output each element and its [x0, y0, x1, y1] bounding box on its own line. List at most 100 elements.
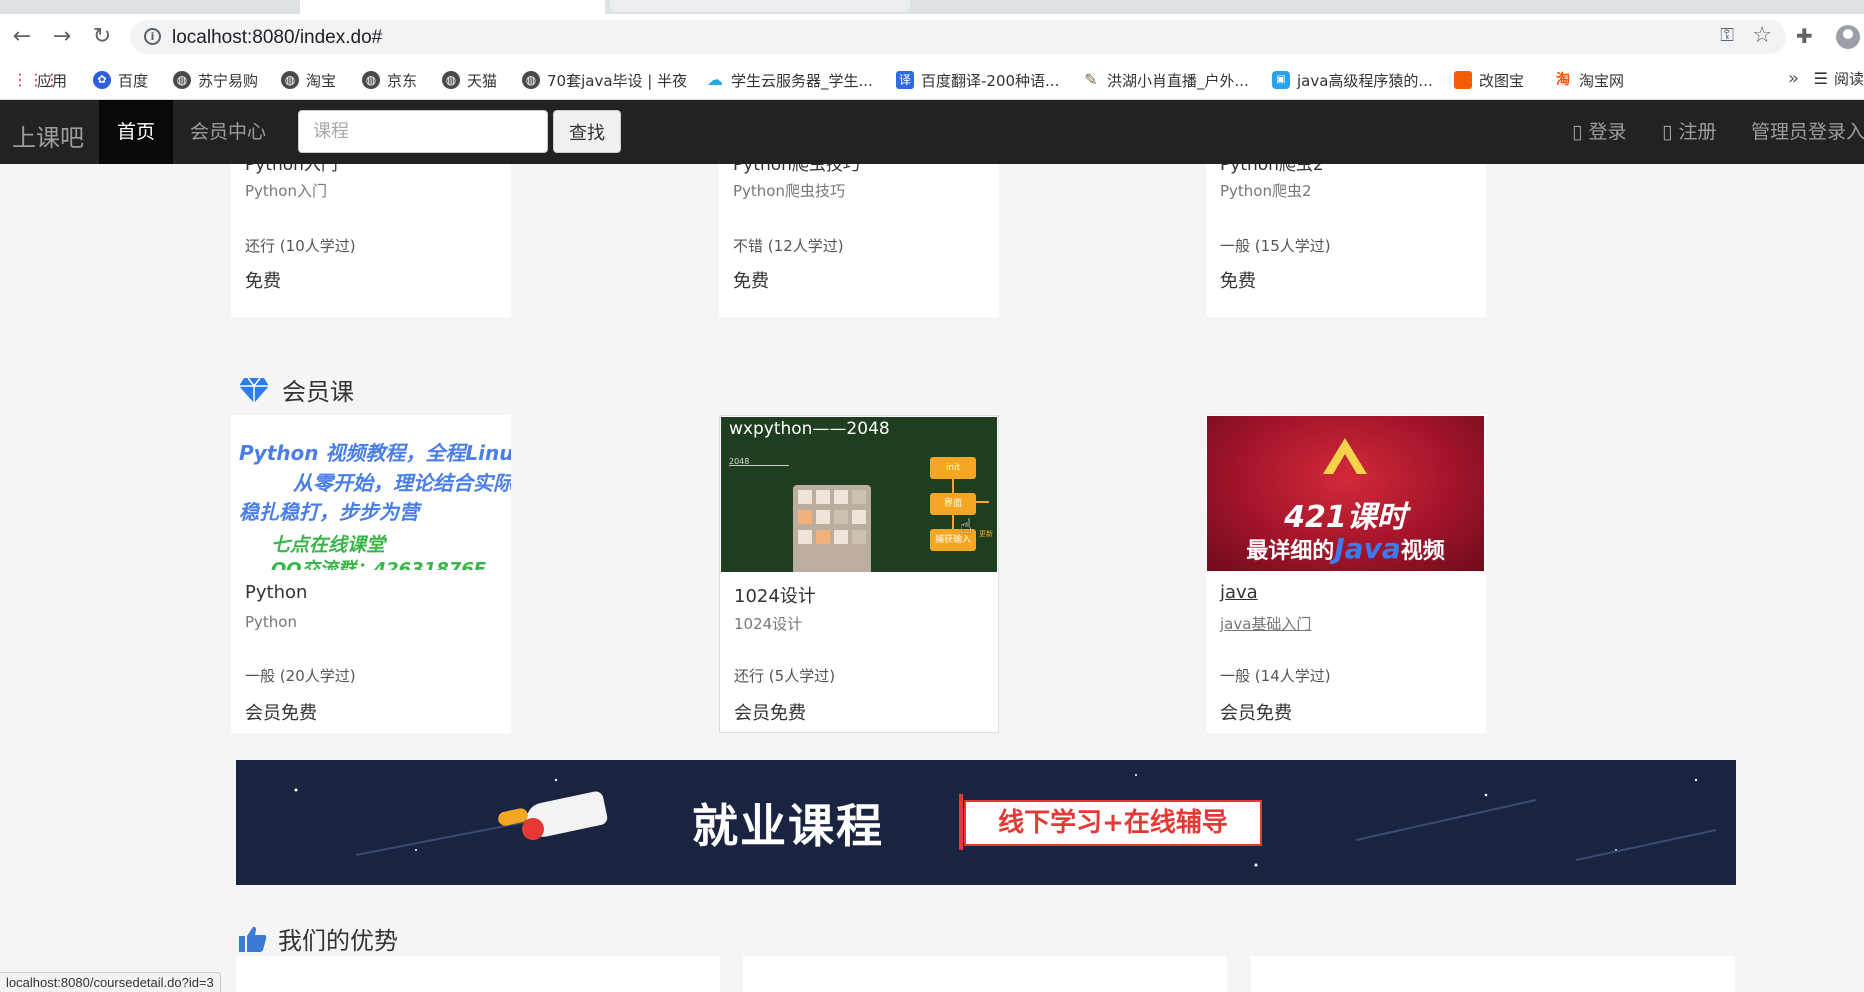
user-icon: ▯: [1572, 121, 1583, 143]
bookmark-label: 百度: [118, 71, 149, 90]
advantage-section-title: 我们的优势: [278, 927, 398, 955]
browser-tab-strip: [0, 0, 1864, 14]
reload-icon[interactable]: ↻: [89, 24, 115, 50]
key-icon[interactable]: ⚿: [1720, 25, 1734, 46]
course-subtitle: Python: [245, 613, 297, 631]
site-navbar: 上课吧 首页 会员中心 查找 ▯ 登录 ▯ 注册 管理员登录入口: [0, 100, 1864, 164]
bookmark-java-projects[interactable]: ◍ 70套java毕设 | 半夜: [522, 68, 687, 92]
cloud-icon: ☁: [707, 70, 723, 89]
course-title[interactable]: Python爬虫技巧: [733, 164, 860, 175]
active-tab[interactable]: [300, 0, 605, 14]
site-info-icon[interactable]: i: [144, 28, 161, 45]
thumbs-up-icon: [239, 926, 267, 952]
bookmark-label: 京东: [387, 71, 418, 90]
course-card[interactable]: 421课时 最详细的Java视频 java java基础入门 一般 (14人学过…: [1206, 415, 1486, 733]
course-thumbnail[interactable]: wxpython——2048 2048 init 界面 捕获输入 更新: [721, 417, 997, 572]
course-rating: 一般 (20人学过): [245, 667, 356, 685]
bookmarks-more-button[interactable]: »: [1788, 68, 1799, 89]
bookmark-label: 改图宝: [1479, 71, 1525, 90]
course-price: 会员免费: [245, 703, 317, 724]
extensions-icon[interactable]: ✚: [1796, 24, 1813, 48]
course-thumbnail[interactable]: 421课时 最详细的Java视频: [1207, 416, 1484, 571]
course-subtitle[interactable]: java基础入门: [1220, 613, 1311, 634]
course-card[interactable]: Python爬虫技巧 Python爬虫技巧 不错 (12人学过) 免费: [719, 164, 999, 317]
course-price: 会员免费: [734, 703, 806, 724]
link-status-bar: localhost:8080/coursedetail.do?id=3: [0, 972, 221, 992]
reading-list-icon: ☰: [1813, 69, 1828, 88]
bookmark-label: 淘宝: [306, 71, 337, 90]
employment-course-banner[interactable]: 就业课程 线下学习+在线辅导: [236, 760, 1736, 885]
baidu-paw-icon: ✿: [93, 71, 111, 89]
course-price: 免费: [245, 271, 281, 292]
course-title[interactable]: Python入门: [245, 164, 338, 175]
bookmark-baidu-translate[interactable]: 译 百度翻译-200种语...: [896, 68, 1059, 92]
advantage-card: [236, 956, 720, 992]
member-section-heading: 会员课: [238, 372, 354, 407]
advantage-card: [743, 956, 1227, 992]
nav-home[interactable]: 首页: [99, 100, 174, 164]
bookmarks-bar: ⋮⋮⋮ 应用 ✿ 百度 ◍ 苏宁易购 ◍ 淘宝 ◍ 京东 ◍ 天猫 ◍ 70套j…: [0, 60, 1864, 100]
bookmark-jd[interactable]: ◍ 京东: [362, 68, 417, 92]
taobao-icon: 淘: [1556, 72, 1570, 88]
course-title[interactable]: 1024设计: [734, 582, 816, 608]
admin-login-link[interactable]: 管理员登录入口: [1751, 100, 1864, 164]
bookmark-baidu[interactable]: ✿ 百度: [93, 68, 148, 92]
bookmark-gaitubao[interactable]: 改图宝: [1454, 68, 1524, 92]
bookmark-tmall[interactable]: ◍ 天猫: [442, 68, 497, 92]
banner-tagline: 线下学习+在线辅导: [964, 800, 1262, 846]
reading-list-button[interactable]: ☰ 阅读: [1814, 68, 1864, 89]
course-price: 免费: [733, 271, 769, 292]
course-rating: 还行 (5人学过): [734, 667, 836, 685]
forward-icon[interactable]: →: [49, 24, 75, 50]
register-icon: ▯: [1662, 121, 1673, 143]
course-subtitle: 1024设计: [734, 615, 803, 633]
course-card[interactable]: Python 视频教程，全程Linux教学 从零开始，理论结合实际 稳扎稳打，步…: [231, 415, 511, 733]
bookmark-label: 苏宁易购: [198, 71, 259, 90]
reading-list-label: 阅读: [1833, 70, 1864, 88]
bookmark-label: 应用: [37, 71, 68, 90]
register-link[interactable]: ▯ 注册: [1662, 100, 1717, 164]
main-content: Python入门 Python入门 还行 (10人学过) 免费 Python爬虫…: [0, 164, 1864, 992]
course-title-link[interactable]: java: [1220, 582, 1258, 603]
globe-icon: ◍: [522, 71, 540, 89]
profile-avatar-icon[interactable]: [1836, 25, 1860, 49]
bookmark-taobao[interactable]: ◍ 淘宝: [281, 68, 336, 92]
course-rating: 一般 (15人学过): [1220, 237, 1331, 255]
bookmark-label: 学生云服务器_学生...: [731, 71, 873, 90]
advantage-card: [1251, 956, 1735, 992]
course-search-input[interactable]: [298, 110, 548, 153]
course-thumbnail[interactable]: Python 视频教程，全程Linux教学 从零开始，理论结合实际 稳扎稳打，步…: [231, 415, 511, 570]
course-card[interactable]: Python入门 Python入门 还行 (10人学过) 免费: [231, 164, 511, 317]
banner-title: 就业课程: [692, 799, 884, 853]
bookmark-live-stream[interactable]: ✎ 洪湖小肖直播_户外...: [1082, 68, 1249, 92]
globe-icon: ◍: [173, 71, 191, 89]
course-rating: 还行 (10人学过): [245, 237, 356, 255]
bookmark-label: 天猫: [467, 71, 498, 90]
bookmark-label: 淘宝网: [1579, 71, 1625, 90]
course-subtitle: Python入门: [245, 182, 327, 200]
back-icon[interactable]: ←: [9, 24, 35, 50]
bookmark-label: java高级程序猿的...: [1297, 71, 1433, 90]
course-title[interactable]: Python爬虫2: [1220, 164, 1324, 175]
course-title[interactable]: Python: [245, 582, 307, 603]
globe-icon: ◍: [362, 71, 380, 89]
inactive-tab[interactable]: [610, 0, 910, 12]
course-card[interactable]: wxpython——2048 2048 init 界面 捕获输入 更新 1024…: [719, 415, 999, 733]
bookmark-star-icon[interactable]: ☆: [1752, 23, 1772, 48]
nav-member-center[interactable]: 会员中心: [172, 100, 284, 164]
hand-pointer-icon: ☝: [960, 514, 973, 538]
address-url[interactable]: localhost:8080/index.do#: [172, 27, 382, 49]
address-bar[interactable]: i localhost:8080/index.do# ⚿ ☆: [130, 20, 1786, 54]
site-brand[interactable]: 上课吧: [12, 118, 84, 153]
bookmark-label: 洪湖小肖直播_户外...: [1107, 71, 1249, 90]
bookmark-apps[interactable]: ⋮⋮⋮ 应用: [12, 68, 67, 92]
search-button[interactable]: 查找: [553, 110, 621, 153]
bilibili-icon: ▣: [1272, 71, 1290, 89]
bookmark-student-cloud[interactable]: ☁ 学生云服务器_学生...: [706, 68, 873, 92]
bookmark-suning[interactable]: ◍ 苏宁易购: [173, 68, 258, 92]
bookmark-bilibili[interactable]: ▣ java高级程序猿的...: [1272, 68, 1433, 92]
login-link[interactable]: ▯ 登录: [1572, 100, 1627, 164]
bookmark-taobao-net[interactable]: 淘 淘宝网: [1554, 68, 1624, 92]
course-card[interactable]: Python爬虫2 Python爬虫2 一般 (15人学过) 免费: [1206, 164, 1486, 317]
translate-icon: 译: [896, 71, 914, 89]
